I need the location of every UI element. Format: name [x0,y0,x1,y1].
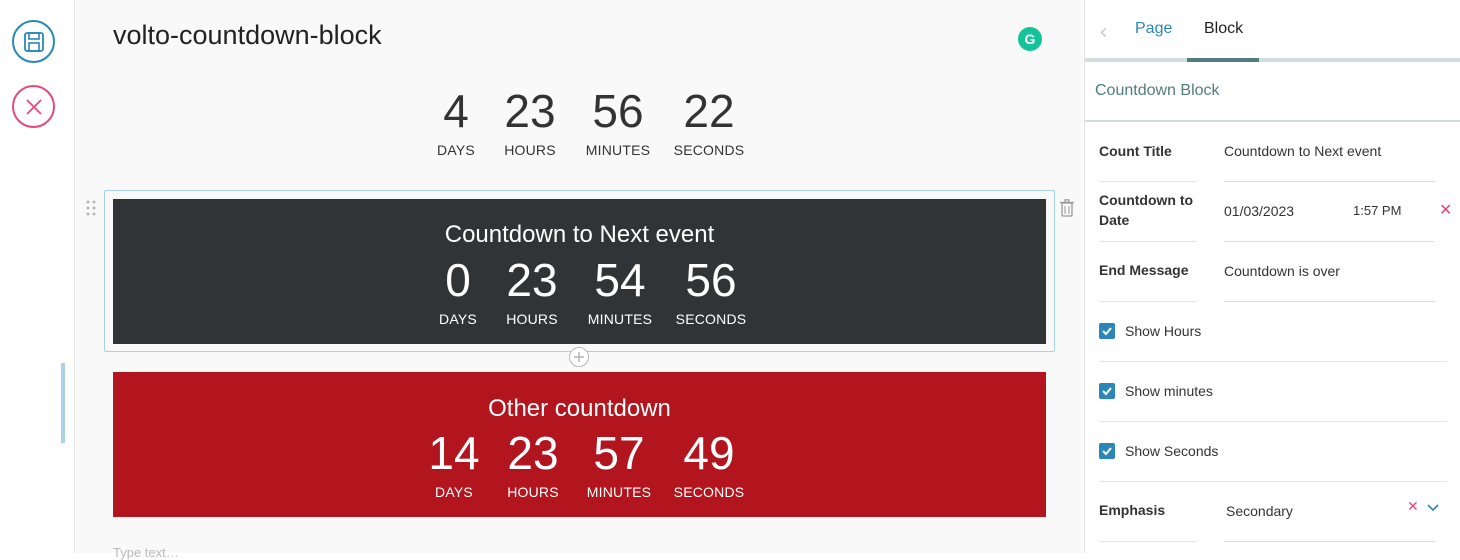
countdown-minutes: 57 MINUTES [577,430,661,500]
delete-block-icon[interactable] [1060,199,1074,217]
minutes-label: MINUTES [585,142,651,158]
end-message-input[interactable]: Countdown is over [1224,263,1340,279]
field-show-seconds: Show Seconds [1099,422,1447,482]
close-icon [25,98,42,115]
field-show-hours: Show Hours [1099,302,1447,362]
field-end-message: End Message Countdown is over [1099,242,1447,302]
editor-toolbar [0,0,75,553]
seconds-label: SECONDS [673,142,745,158]
checkbox-label[interactable]: Show minutes [1125,383,1213,399]
field-countdown-to-date: Countdown to Date 01/03/2023 1:57 PM ✕ [1099,182,1452,242]
days-value: 4 [443,85,469,137]
countdown-block-dark[interactable]: Countdown to Next event 0 DAYS 23 HOURS … [113,199,1046,344]
field-count-title: Count Title Countdown to Next event [1099,122,1447,182]
countdown-days: 14 DAYS [419,430,489,500]
countdown-hours: 23 HOURS [491,257,573,327]
seconds-value: 22 [683,85,735,137]
minutes-label: MINUTES [586,484,652,500]
emphasis-select[interactable]: Secondary [1226,503,1293,519]
count-title-input[interactable]: Countdown to Next event [1224,143,1381,159]
section-title: Countdown Block [1095,82,1220,99]
show-minutes-checkbox[interactable] [1099,383,1115,399]
check-icon [1102,447,1112,456]
days-value: 0 [445,254,471,306]
countdown-days: 0 DAYS [425,257,491,327]
date-input[interactable]: 01/03/2023 [1224,203,1294,219]
cancel-button[interactable] [12,85,55,128]
field-label: Emphasis [1099,502,1166,518]
time-input[interactable]: 1:57 PM [1353,203,1401,218]
chevron-left-icon[interactable]: ‹ [1099,20,1108,45]
minutes-label: MINUTES [587,311,653,327]
show-seconds-checkbox[interactable] [1099,443,1115,459]
tab-block[interactable]: Block [1204,20,1243,38]
block-selection-indicator [61,363,65,443]
check-icon [1102,387,1112,396]
countdown-seconds: 22 SECONDS [663,88,755,158]
save-button[interactable] [12,20,55,63]
field-label: Count Title [1099,143,1172,159]
days-value: 14 [428,427,480,479]
field-show-minutes: Show minutes [1099,362,1447,422]
days-label: DAYS [439,311,477,327]
hours-value: 23 [507,427,559,479]
sidebar-tabs: ‹ Page Block [1085,0,1460,62]
tab-page[interactable]: Page [1135,20,1172,38]
add-block-button[interactable] [569,347,589,367]
clear-emphasis-icon[interactable]: ✕ [1407,499,1419,515]
show-hours-checkbox[interactable] [1099,323,1115,339]
save-icon [23,31,44,52]
seconds-label: SECONDS [675,311,747,327]
countdown-display: 14 DAYS 23 HOURS 57 MINUTES 49 SECONDS [419,430,757,500]
clear-date-icon[interactable]: ✕ [1439,200,1452,219]
countdown-title: Other countdown [488,395,671,422]
field-label: End Message [1099,262,1189,278]
countdown-minutes: 56 MINUTES [573,88,663,158]
hours-value: 23 [506,254,558,306]
countdown-hours: 23 HOURS [489,430,577,500]
countdown-display-top: 4 DAYS 23 HOURS 56 MINUTES 22 SECONDS [425,88,755,158]
page-title[interactable]: volto-countdown-block [113,20,382,51]
drag-handle-icon[interactable] [86,200,98,216]
settings-sidebar: ‹ Page Block Countdown Block Count Title… [1084,0,1460,553]
editor-canvas: volto-countdown-block G 4 DAYS 23 HOURS … [76,0,1083,560]
hours-label: HOURS [506,311,558,327]
check-icon [1102,327,1112,336]
hours-label: HOURS [504,142,556,158]
days-label: DAYS [435,484,473,500]
seconds-value: 49 [683,427,735,479]
checkbox-label[interactable]: Show Hours [1125,323,1201,339]
grammarly-icon[interactable]: G [1018,27,1042,51]
hours-label: HOURS [507,484,559,500]
countdown-display: 0 DAYS 23 HOURS 54 MINUTES 56 SECONDS [425,257,755,327]
seconds-value: 56 [685,254,737,306]
countdown-days: 4 DAYS [425,88,487,158]
hours-value: 23 [504,85,556,137]
countdown-seconds: 49 SECONDS [661,430,757,500]
sidebar-section-header: Countdown Block [1085,62,1460,122]
countdown-title: Countdown to Next event [444,221,715,248]
minutes-value: 54 [594,254,646,306]
countdown-seconds: 56 SECONDS [667,257,755,327]
checkbox-label[interactable]: Show Seconds [1125,443,1218,459]
countdown-hours: 23 HOURS [487,88,573,158]
field-label: Countdown to Date [1099,192,1194,228]
chevron-down-icon[interactable] [1427,504,1439,512]
seconds-label: SECONDS [673,484,745,500]
countdown-block-red[interactable]: Other countdown 14 DAYS 23 HOURS 57 MINU… [113,372,1046,517]
field-emphasis: Emphasis Secondary ✕ [1099,482,1447,542]
minutes-value: 56 [592,85,644,137]
minutes-value: 57 [593,427,645,479]
countdown-minutes: 54 MINUTES [573,257,667,327]
plus-icon [574,352,584,362]
days-label: DAYS [437,142,475,158]
